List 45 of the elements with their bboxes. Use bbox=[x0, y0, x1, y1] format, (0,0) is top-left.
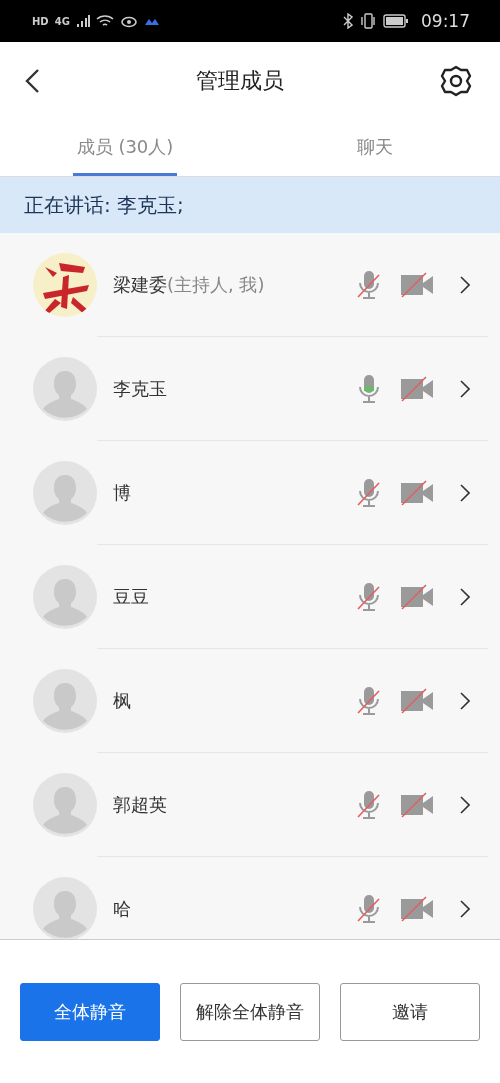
member-name: 梁建委(主持人, 我) bbox=[113, 273, 266, 297]
video-off-icon[interactable] bbox=[400, 584, 434, 610]
muted-microphone-icon[interactable] bbox=[356, 582, 382, 612]
muted-microphone-icon[interactable] bbox=[356, 686, 382, 716]
chevron-right-icon[interactable] bbox=[460, 588, 470, 606]
muted-microphone-icon[interactable] bbox=[356, 790, 382, 820]
chevron-right-icon[interactable] bbox=[460, 484, 470, 502]
status-label: HD bbox=[32, 15, 49, 27]
primary-button[interactable]: 全体静音 bbox=[20, 982, 160, 1041]
battery-icon bbox=[383, 14, 409, 28]
speaking-banner: 正在讲话: 李克玉; bbox=[0, 177, 500, 233]
page-title: 管理成员 bbox=[196, 67, 284, 95]
microphone-icon[interactable] bbox=[356, 374, 382, 404]
chevron-right-icon[interactable] bbox=[460, 380, 470, 398]
video-off-icon[interactable] bbox=[400, 688, 434, 714]
video-off-icon[interactable] bbox=[400, 896, 434, 922]
chevron-right-icon[interactable] bbox=[460, 276, 470, 294]
tab[interactable]: 聊天 bbox=[353, 120, 397, 176]
chevron-right-icon[interactable] bbox=[460, 796, 470, 814]
back-icon[interactable] bbox=[24, 68, 40, 94]
video-off-icon[interactable] bbox=[400, 272, 434, 298]
status-label: 4G bbox=[54, 15, 70, 27]
signal-icon bbox=[75, 14, 90, 28]
status-time: 09:17 bbox=[421, 11, 470, 31]
member-name: 李克玉 bbox=[113, 377, 168, 401]
member-name: 博 bbox=[113, 481, 132, 505]
settings-icon[interactable] bbox=[440, 65, 472, 97]
video-off-icon[interactable] bbox=[400, 480, 434, 506]
member-name: 豆豆 bbox=[113, 585, 150, 609]
member-name: 郭超英 bbox=[113, 793, 168, 817]
action-button[interactable]: 邀请 bbox=[340, 982, 480, 1041]
action-button[interactable]: 解除全体静音 bbox=[180, 982, 320, 1041]
wifi-icon bbox=[95, 14, 114, 28]
chevron-right-icon[interactable] bbox=[460, 900, 470, 918]
muted-microphone-icon[interactable] bbox=[356, 478, 382, 508]
eye-icon bbox=[119, 14, 138, 28]
bluetooth-icon bbox=[343, 13, 353, 29]
muted-microphone-icon[interactable] bbox=[356, 894, 382, 924]
muted-microphone-icon[interactable] bbox=[356, 270, 382, 300]
video-off-icon[interactable] bbox=[400, 376, 434, 402]
chevron-right-icon[interactable] bbox=[460, 692, 470, 710]
member-name: 枫 bbox=[113, 689, 132, 713]
member-name: 哈 bbox=[113, 897, 132, 921]
video-off-icon[interactable] bbox=[400, 792, 434, 818]
vibrate-icon bbox=[359, 13, 377, 29]
